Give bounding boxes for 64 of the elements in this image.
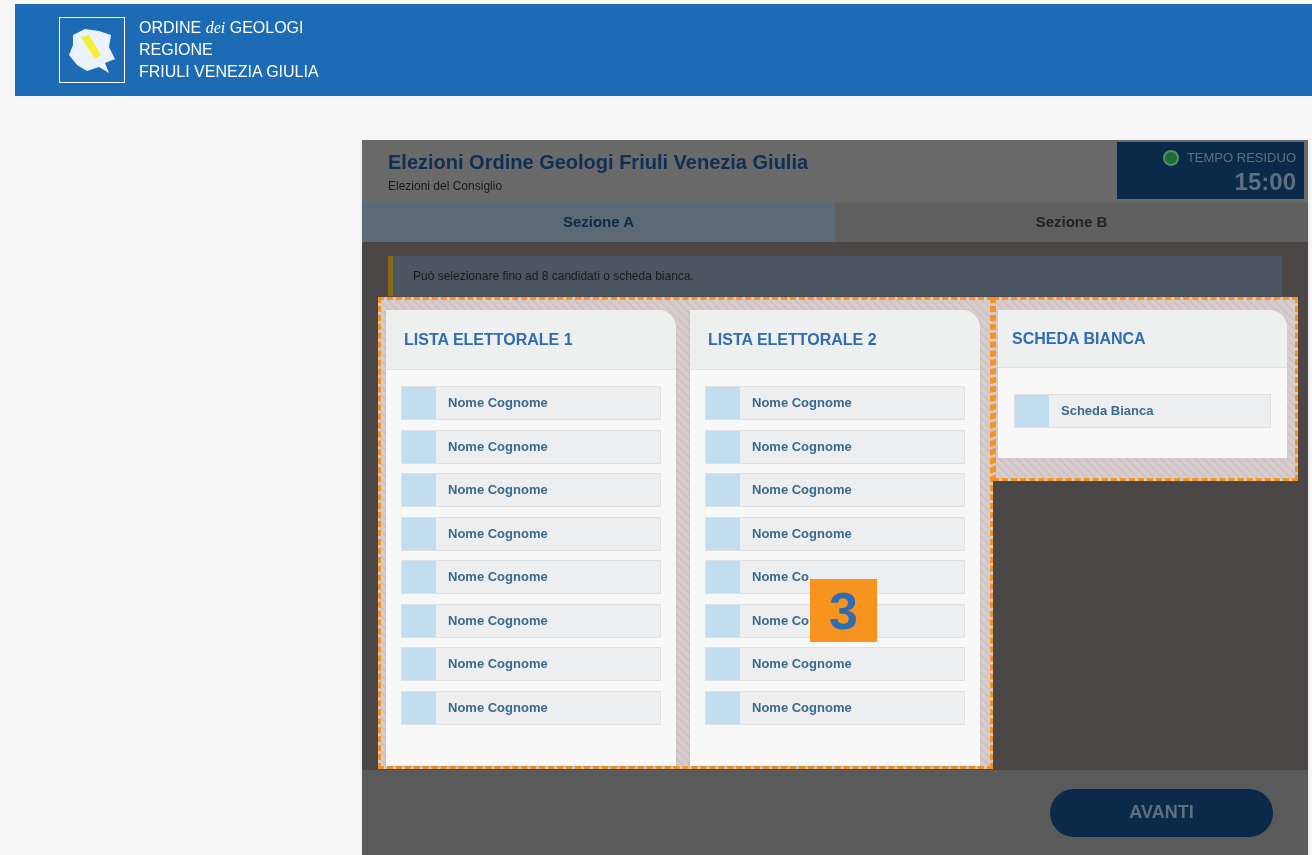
checkbox[interactable] xyxy=(706,561,740,593)
candidate-name: Nome Co xyxy=(751,568,810,587)
checkbox[interactable] xyxy=(402,648,436,680)
candidate-option[interactable]: Nome Cognome xyxy=(401,473,661,507)
checkbox[interactable] xyxy=(706,517,740,550)
checkbox[interactable] xyxy=(706,430,740,463)
candidate-name: Scheda Bianca xyxy=(1060,402,1154,421)
candidate-name: Nome Cognome xyxy=(447,437,548,456)
section-tab[interactable]: Sezione A xyxy=(362,202,835,242)
candidate-option[interactable]: Nome Cognome xyxy=(401,386,661,420)
checkbox[interactable] xyxy=(402,604,436,637)
candidate-option[interactable]: Nome Cognome xyxy=(401,516,661,551)
checkbox[interactable] xyxy=(1015,395,1049,427)
candidate-option[interactable]: Nome Cognome xyxy=(705,473,965,507)
candidate-name: Nome Cognome xyxy=(751,481,852,500)
candidate-option[interactable]: Nome Cognome xyxy=(705,516,965,551)
candidate-option[interactable]: Nome Cognome xyxy=(401,647,661,681)
timer-value: 15:00 xyxy=(1234,167,1296,196)
candidate-name: Nome Cognome xyxy=(447,698,548,717)
election-subtitle: Elezioni del Consiglio xyxy=(388,178,504,195)
checkbox[interactable] xyxy=(402,691,436,724)
checkbox[interactable] xyxy=(402,430,436,463)
candidate-name: Nome Cognome xyxy=(751,437,852,456)
candidate-name: Nome Cognome xyxy=(447,568,548,587)
checkbox[interactable] xyxy=(706,691,740,724)
list-title: LISTA ELETTORALE 1 xyxy=(404,329,573,350)
notice-text: Può selezionare fino ad 8 candidati o scheda bianca. xyxy=(413,268,694,285)
candidate-option[interactable]: Nome Cognome xyxy=(401,603,661,638)
candidate-option[interactable]: Scheda Bianca xyxy=(1014,394,1271,428)
candidate-option[interactable]: Nome Cognome xyxy=(401,690,661,725)
checkbox[interactable] xyxy=(706,604,740,637)
candidate-option[interactable]: Nome Cognome xyxy=(705,647,965,681)
candidate-option[interactable]: Nome Cognome xyxy=(705,386,965,420)
candidate-name: Nome Cognome xyxy=(751,698,852,717)
candidate-name: Nome Cognome xyxy=(751,394,852,413)
checkbox[interactable] xyxy=(402,474,436,506)
candidate-name: Nome Cognome xyxy=(447,394,548,413)
checkbox[interactable] xyxy=(706,387,740,419)
checkbox[interactable] xyxy=(402,517,436,550)
candidate-name: Nome Co xyxy=(751,611,810,630)
checkbox[interactable] xyxy=(706,474,740,506)
candidate-name: Nome Cognome xyxy=(751,655,852,674)
next-button[interactable]: AVANTI xyxy=(1050,788,1273,837)
candidate-name: Nome Cognome xyxy=(447,611,548,630)
list-title: SCHEDA BIANCA xyxy=(1012,328,1146,349)
checkbox[interactable] xyxy=(706,648,740,680)
candidate-option[interactable]: Nome Cognome xyxy=(401,560,661,594)
logo-icon xyxy=(59,17,125,83)
brand-region-name: FRIULI VENEZIA GIULIA xyxy=(139,62,319,82)
candidate-name: Nome Cognome xyxy=(447,481,548,500)
brand-name: ORDINE dei GEOLOGI xyxy=(139,18,305,38)
list-title: LISTA ELETTORALE 2 xyxy=(708,329,877,350)
candidate-option[interactable]: Nome Cognome xyxy=(705,690,965,725)
candidate-name: Nome Cognome xyxy=(751,524,852,543)
candidate-option[interactable]: Nome Cognome xyxy=(705,429,965,464)
brand-region: REGIONE xyxy=(139,40,214,60)
candidate-name: Nome Cognome xyxy=(447,524,548,543)
step-callout-tooltip: 3 xyxy=(810,579,877,642)
checkbox[interactable] xyxy=(402,387,436,419)
election-title: Elezioni Ordine Geologi Friuli Venezia Giulia xyxy=(388,150,809,175)
candidate-option[interactable]: Nome Cognome xyxy=(401,429,661,464)
candidate-name: Nome Cognome xyxy=(447,655,548,674)
checkbox[interactable] xyxy=(402,561,436,593)
timer-label: TEMPO RESIDUO xyxy=(1186,149,1296,167)
